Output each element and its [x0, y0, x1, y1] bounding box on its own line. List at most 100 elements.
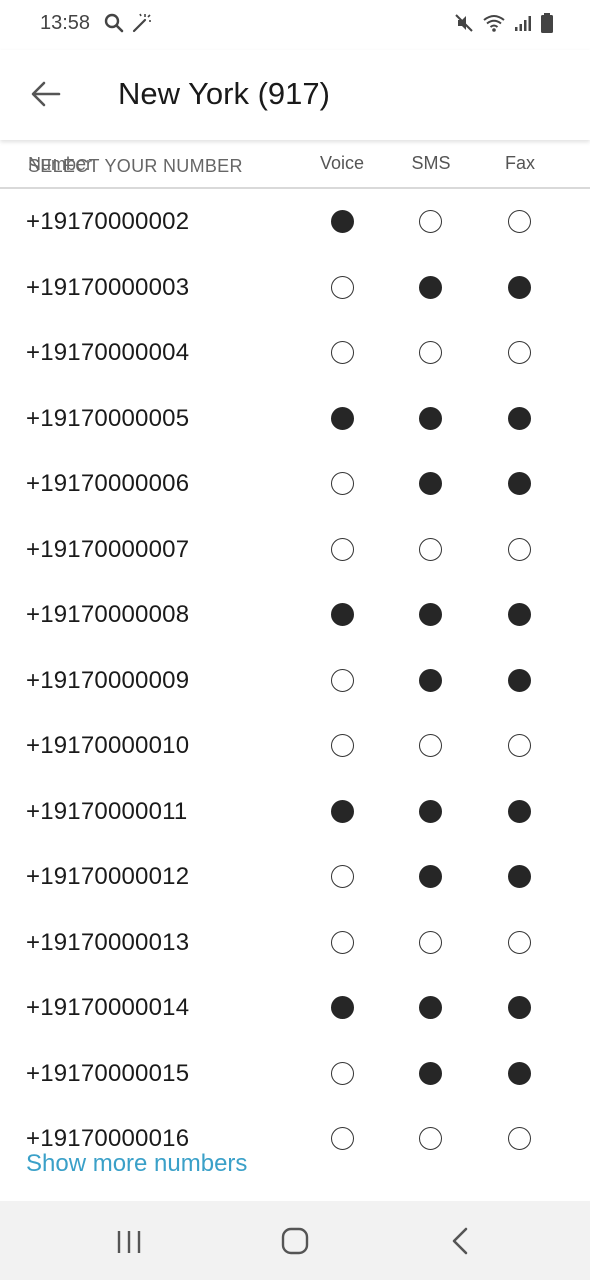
- voice-radio[interactable]: [331, 734, 354, 757]
- fax-radio[interactable]: [508, 734, 531, 757]
- sms-radio[interactable]: [419, 668, 442, 692]
- phone-number: +19170000010: [26, 732, 190, 759]
- table-header: Number SELECT YOUR NUMBER Voice SMS Fax: [0, 140, 590, 189]
- wifi-icon: [482, 13, 506, 38]
- table-row: +19170000011: [0, 779, 590, 845]
- table-row: +19170000010: [0, 713, 590, 779]
- voice-radio[interactable]: [331, 537, 354, 561]
- battery-icon: [540, 12, 554, 39]
- fax-radio[interactable]: [508, 996, 531, 1019]
- voice-radio[interactable]: [331, 865, 354, 888]
- sms-radio[interactable]: [419, 865, 442, 888]
- signal-icon: [514, 14, 532, 37]
- arrow-left-icon: [26, 81, 66, 118]
- voice-radio[interactable]: [331, 341, 354, 364]
- mute-icon: [454, 13, 474, 38]
- table-row: +19170000005: [0, 386, 590, 452]
- sms-radio[interactable]: [419, 275, 442, 299]
- back-icon: [440, 1227, 480, 1263]
- app-bar: New York (917): [0, 50, 590, 140]
- page-title: New York (917): [118, 76, 330, 111]
- voice-radio[interactable]: [331, 668, 354, 692]
- table-row: +19170000014: [0, 975, 590, 1041]
- phone-number: +19170000016: [26, 1125, 190, 1152]
- sms-radio[interactable]: [419, 734, 442, 757]
- table-row: +19170000003: [0, 255, 590, 321]
- fax-radio[interactable]: [508, 341, 531, 364]
- table-row: +19170000004: [0, 320, 590, 386]
- voice-radio[interactable]: [331, 472, 354, 495]
- phone-number: +19170000008: [26, 601, 190, 628]
- sms-column-header: SMS: [411, 153, 451, 173]
- magic-wand-icon: [130, 12, 152, 39]
- sms-radio[interactable]: [419, 406, 442, 430]
- fax-radio[interactable]: [508, 537, 531, 561]
- table-row: +19170000009: [0, 648, 590, 714]
- fax-radio[interactable]: [508, 865, 531, 888]
- status-bar: 13:58: [0, 0, 590, 50]
- table-row: +19170000007: [0, 517, 590, 583]
- sms-radio[interactable]: [419, 603, 442, 626]
- fax-radio[interactable]: [508, 275, 531, 299]
- phone-number: +19170000009: [26, 666, 190, 694]
- phone-number: +19170000011: [26, 797, 188, 825]
- sms-radio[interactable]: [419, 472, 442, 495]
- voice-radio[interactable]: [331, 603, 354, 626]
- select-number-label: SELECT YOUR NUMBER: [28, 156, 243, 176]
- sms-radio[interactable]: [419, 341, 442, 364]
- status-right-icons: [454, 12, 554, 39]
- voice-radio[interactable]: [331, 275, 354, 299]
- recent-apps-icon: [109, 1231, 149, 1263]
- sms-radio[interactable]: [419, 210, 442, 233]
- voice-radio[interactable]: [331, 1061, 354, 1085]
- phone-number: +19170000013: [26, 928, 190, 956]
- phone-number: +19170000014: [26, 994, 190, 1021]
- home-button[interactable]: [275, 1223, 315, 1259]
- voice-radio[interactable]: [331, 406, 354, 430]
- sms-radio[interactable]: [419, 1127, 442, 1150]
- fax-radio[interactable]: [508, 1127, 531, 1150]
- phone-number: +19170000012: [26, 863, 190, 890]
- sms-radio[interactable]: [419, 930, 442, 954]
- number-list: +19170000002 +19170000003 +19170000004 +…: [0, 189, 590, 1172]
- table-row: +19170000015: [0, 1041, 590, 1107]
- fax-radio[interactable]: [508, 930, 531, 954]
- sms-radio[interactable]: [419, 1061, 442, 1085]
- table-row: +19170000008: [0, 582, 590, 648]
- status-left-icons: [104, 12, 152, 39]
- voice-column-header: Voice: [319, 153, 365, 173]
- fax-radio[interactable]: [508, 799, 531, 823]
- phone-number: +19170000006: [26, 470, 190, 497]
- fax-radio[interactable]: [508, 210, 531, 233]
- navigation-bar: [0, 1201, 590, 1280]
- fax-radio[interactable]: [508, 1061, 531, 1085]
- back-button[interactable]: [26, 74, 66, 114]
- home-icon: [275, 1227, 315, 1263]
- fax-radio[interactable]: [508, 603, 531, 626]
- sms-radio[interactable]: [419, 996, 442, 1019]
- voice-radio[interactable]: [331, 1127, 354, 1150]
- sms-radio[interactable]: [419, 799, 442, 823]
- table-row: +19170000006: [0, 451, 590, 517]
- search-icon: [104, 12, 124, 39]
- recent-apps-button[interactable]: [109, 1223, 149, 1259]
- table-row: +19170000002: [0, 189, 590, 255]
- fax-radio[interactable]: [508, 472, 531, 495]
- phone-number: +19170000003: [26, 273, 190, 301]
- voice-radio[interactable]: [331, 996, 354, 1019]
- table-row: +19170000012: [0, 844, 590, 910]
- fax-column-header: Fax: [504, 153, 535, 173]
- phone-number: +19170000002: [26, 208, 190, 235]
- voice-radio[interactable]: [331, 210, 354, 233]
- fax-radio[interactable]: [508, 406, 531, 430]
- sms-radio[interactable]: [419, 537, 442, 561]
- table-row: +19170000013: [0, 910, 590, 976]
- system-back-button[interactable]: [440, 1223, 480, 1259]
- show-more-numbers-link[interactable]: Show more numbers: [26, 1150, 247, 1178]
- voice-radio[interactable]: [331, 930, 354, 954]
- phone-number: +19170000015: [26, 1059, 190, 1087]
- fax-radio[interactable]: [508, 668, 531, 692]
- voice-radio[interactable]: [331, 799, 354, 823]
- status-time: 13:58: [40, 12, 91, 34]
- phone-number: +19170000005: [26, 404, 190, 432]
